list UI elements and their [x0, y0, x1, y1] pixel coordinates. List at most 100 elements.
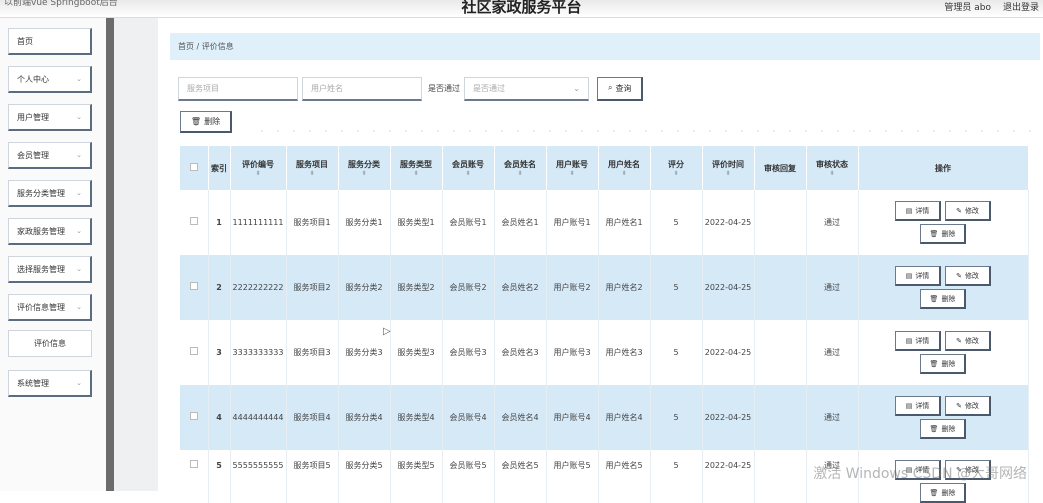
chevron-down-icon: ⌄ [76, 227, 82, 235]
sidebar-item-2[interactable]: 用户管理⌄ [8, 104, 92, 131]
sort-icon[interactable]: ⬍ [391, 170, 442, 178]
column-header-9[interactable]: 评分⬍ [650, 146, 702, 190]
sidebar-item-label: 个人中心 [17, 74, 49, 85]
column-header-6[interactable]: 会员姓名⬍ [494, 146, 546, 190]
delete-button[interactable]: 🗑删除 [920, 483, 966, 503]
edit-button-label: 修改 [965, 270, 979, 282]
column-header-label: 服务分类 [348, 160, 380, 169]
sidebar-item-7[interactable]: 评价信息管理⌄ [8, 294, 92, 321]
sidebar-item-1[interactable]: 个人中心⌄ [8, 66, 92, 93]
cell-service-type: 服务类型4 [390, 385, 442, 450]
cell-code: 1111111111 [230, 190, 286, 255]
detail-button[interactable]: ▤详情 [895, 396, 941, 416]
sort-icon[interactable]: ⬍ [339, 170, 390, 178]
delete-button-label: 删除 [941, 228, 955, 240]
admin-label: 管理员 abo [944, 0, 991, 13]
cell-status: 通过 [806, 320, 858, 385]
sort-icon[interactable]: ⬍ [287, 170, 338, 178]
select-all-checkbox[interactable] [190, 163, 198, 171]
column-header-0: 索引 [208, 146, 230, 190]
logout-link[interactable]: 退出登录 [1003, 0, 1039, 13]
cell-user-account: 用户账号1 [546, 190, 598, 255]
row-select-cell[interactable] [180, 190, 208, 255]
row-select-cell[interactable] [180, 385, 208, 450]
trash-icon: 🗑 [191, 117, 201, 126]
cell-time: 2022-04-25 [702, 320, 754, 385]
column-header-10[interactable]: 评价时间⬍ [702, 146, 754, 190]
cell-service-type: 服务类型5 [390, 450, 442, 503]
cell-user-account: 用户账号3 [546, 320, 598, 385]
row-checkbox[interactable] [190, 347, 198, 355]
sidebar-spacer [114, 18, 158, 491]
table-row: 33333333333服务项目3服务分类3服务类型3会员账号3会员姓名3用户账号… [180, 320, 1028, 385]
column-header-label: 索引 [211, 164, 227, 173]
document-icon: ▤ [906, 400, 913, 412]
sidebar-item-system[interactable]: 系统管理⌄ [8, 370, 92, 397]
row-select-cell[interactable] [180, 450, 208, 503]
cell-reply [754, 450, 806, 503]
cell-user-account: 用户账号5 [546, 450, 598, 503]
sidebar-item-3[interactable]: 会员管理⌄ [8, 142, 92, 169]
detail-button-label: 详情 [915, 335, 929, 347]
cell-service-category: 服务分类4 [338, 385, 390, 450]
column-header-12[interactable]: 审核状态⬍ [806, 146, 858, 190]
cell-reply [754, 320, 806, 385]
column-header-1[interactable]: 评价编号⬍ [230, 146, 286, 190]
sidebar-item-5[interactable]: 家政服务管理⌄ [8, 218, 92, 245]
delete-button[interactable]: 🗑删除 [920, 354, 966, 374]
service-item-input[interactable]: 服务项目 [178, 77, 298, 101]
user-name-input[interactable]: 用户姓名 [302, 77, 422, 101]
cell-member-name: 会员姓名5 [494, 450, 546, 503]
edit-button[interactable]: ✎修改 [945, 266, 991, 286]
column-header-8[interactable]: 用户姓名⬍ [598, 146, 650, 190]
row-checkbox[interactable] [190, 282, 198, 290]
row-select-cell[interactable] [180, 255, 208, 320]
edit-button[interactable]: ✎修改 [945, 331, 991, 351]
sort-icon[interactable]: ⬍ [495, 170, 546, 178]
batch-delete-button[interactable]: 🗑 删除 [180, 111, 232, 133]
detail-button[interactable]: ▤详情 [895, 266, 941, 286]
sort-icon[interactable]: ⬍ [651, 170, 702, 178]
sort-icon[interactable]: ⬍ [231, 170, 286, 178]
delete-button[interactable]: 🗑删除 [920, 419, 966, 439]
row-index: 1 [208, 190, 230, 255]
edit-button[interactable]: ✎修改 [945, 201, 991, 221]
row-checkbox[interactable] [190, 460, 198, 468]
row-checkbox[interactable] [190, 217, 198, 225]
column-header-7[interactable]: 用户账号⬍ [546, 146, 598, 190]
row-select-cell[interactable] [180, 320, 208, 385]
column-header-2[interactable]: 服务项目⬍ [286, 146, 338, 190]
pencil-icon: ✎ [956, 335, 962, 347]
approval-select[interactable]: 是否通过 ⌄ [464, 77, 589, 101]
sidebar-subitem-review-info[interactable]: 评价信息 [8, 330, 92, 357]
detail-button[interactable]: ▤详情 [895, 201, 941, 221]
sort-icon[interactable]: ⬍ [443, 170, 494, 178]
sort-icon[interactable]: ⬍ [703, 170, 754, 178]
cell-time: 2022-04-25 [702, 190, 754, 255]
sort-icon[interactable]: ⬍ [599, 170, 650, 178]
sort-icon[interactable]: ⬍ [547, 170, 598, 178]
chevron-down-icon: ⌄ [76, 113, 82, 121]
chevron-down-icon: ⌄ [76, 189, 82, 197]
edit-button[interactable]: ✎修改 [945, 396, 991, 416]
delete-button[interactable]: 🗑删除 [920, 289, 966, 309]
sidebar-item-6[interactable]: 选择服务管理⌄ [8, 256, 92, 283]
cell-member-account: 会员账号5 [442, 450, 494, 503]
sidebar-item-0[interactable]: 首页 [8, 28, 92, 55]
sort-icon[interactable]: ⬍ [807, 170, 858, 178]
column-header-label: 审核回复 [764, 164, 796, 173]
query-button[interactable]: ⌕ 查询 [597, 77, 643, 101]
detail-button[interactable]: ▤详情 [895, 331, 941, 351]
cell-score: 5 [650, 320, 702, 385]
column-header-3[interactable]: 服务分类⬍ [338, 146, 390, 190]
column-header-5[interactable]: 会员账号⬍ [442, 146, 494, 190]
row-checkbox[interactable] [190, 412, 198, 420]
delete-button[interactable]: 🗑删除 [920, 224, 966, 244]
column-header-4[interactable]: 服务类型⬍ [390, 146, 442, 190]
trash-icon: 🗑 [930, 487, 939, 499]
sidebar-item-4[interactable]: 服务分类管理⌄ [8, 180, 92, 207]
cell-service-category: 服务分类1 [338, 190, 390, 255]
cell-member-name: 会员姓名4 [494, 385, 546, 450]
table-row: 22222222222服务项目2服务分类2服务类型2会员账号2会员姓名2用户账号… [180, 255, 1028, 320]
select-all-cell[interactable] [180, 146, 208, 190]
